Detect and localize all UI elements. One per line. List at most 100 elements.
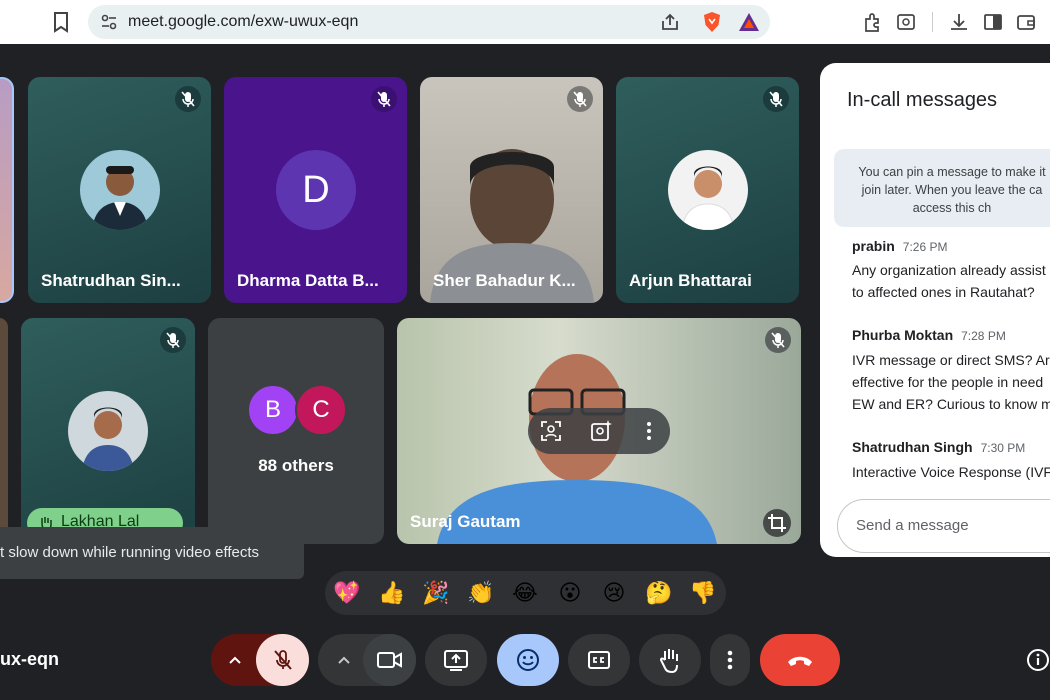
- raise-hand-button[interactable]: [639, 634, 701, 686]
- share-icon[interactable]: [660, 12, 680, 32]
- camera-icon: [377, 652, 402, 668]
- mic-control-group: [211, 634, 309, 686]
- present-screen-button[interactable]: [425, 634, 487, 686]
- reaction-crying[interactable]: 😢: [599, 578, 629, 608]
- partial-participant-tile-2[interactable]: [0, 318, 8, 544]
- chat-panel: In-call messages You can pin a message t…: [820, 63, 1050, 557]
- reaction-clapping[interactable]: 👏: [466, 578, 496, 608]
- muted-icon: [567, 86, 593, 112]
- avatar: [668, 150, 748, 230]
- visual-effects-icon[interactable]: [589, 419, 613, 443]
- participant-tile-arjun[interactable]: Arjun Bhattarai: [616, 77, 799, 303]
- message-time: 7:26 PM: [902, 240, 948, 254]
- sidebar-icon[interactable]: [982, 11, 1004, 33]
- camera-button[interactable]: [363, 634, 416, 686]
- chat-message-sender: prabin 7:26 PM: [852, 238, 947, 254]
- avatar-initial: B: [247, 384, 299, 436]
- chat-message-sender: Phurba Moktan 7:28 PM: [852, 327, 1006, 343]
- muted-icon: [763, 86, 789, 112]
- message-line: Any organization already assist: [852, 262, 1046, 278]
- address-bar[interactable]: meet.google.com/exw-uwux-eqn: [88, 5, 770, 39]
- send-message-placeholder[interactable]: Send a message: [856, 517, 969, 534]
- reaction-thumbs-up[interactable]: 👍: [377, 578, 407, 608]
- sender-name: prabin: [852, 238, 895, 254]
- muted-icon: [371, 86, 397, 112]
- avatar: [68, 391, 148, 471]
- chevron-up-icon[interactable]: [336, 652, 352, 668]
- message-line: IVR message or direct SMS? Ar: [852, 352, 1050, 368]
- others-tile[interactable]: B C 88 others: [208, 318, 384, 544]
- reaction-thinking[interactable]: 🤔: [644, 578, 674, 608]
- mic-off-icon: [274, 650, 292, 670]
- chevron-up-icon[interactable]: [227, 652, 243, 668]
- avatar: [80, 150, 160, 230]
- meeting-code: ux-eqn: [0, 649, 60, 669]
- mic-off-button[interactable]: [256, 634, 309, 686]
- leave-call-button[interactable]: [760, 634, 840, 686]
- brave-rewards-icon[interactable]: [738, 12, 760, 32]
- pin-message-note: You can pin a message to make it join la…: [834, 149, 1050, 227]
- toolbar-divider: [932, 12, 933, 32]
- hang-up-icon: [788, 656, 812, 666]
- participant-tile-sher-bahadur[interactable]: Sher Bahadur K...: [420, 77, 603, 303]
- participant-name: Dharma Datta B...: [237, 271, 379, 290]
- partial-participant-tile[interactable]: [0, 77, 14, 303]
- captions-icon: [588, 651, 610, 669]
- message-line: to affected ones in Rautahat?: [852, 284, 1035, 300]
- captions-button[interactable]: [568, 634, 630, 686]
- wallet-icon[interactable]: [1015, 11, 1037, 33]
- framing-icon[interactable]: [540, 420, 562, 442]
- muted-icon: [160, 327, 186, 353]
- reaction-thumbs-down[interactable]: 👎: [688, 578, 718, 608]
- chat-message-text: Interactive Voice Response (IVF: [852, 461, 1050, 483]
- reaction-tears-of-joy[interactable]: 😂: [510, 578, 540, 608]
- reaction-party-popper[interactable]: 🎉: [421, 578, 451, 608]
- muted-icon: [765, 327, 791, 353]
- video-effects-tooltip: t slow down while running video effects: [0, 527, 304, 579]
- participant-name: Sher Bahadur K...: [433, 271, 576, 290]
- pin-note-line: You can pin a message to make it: [858, 165, 1046, 179]
- chat-message-text: IVR message or direct SMS? Ar effective …: [852, 349, 1050, 415]
- more-options-icon[interactable]: [638, 420, 660, 442]
- bookmark-icon[interactable]: [50, 10, 72, 34]
- site-settings-icon[interactable]: [100, 13, 118, 31]
- pin-note-line: access this ch: [912, 201, 992, 215]
- participant-name: Shatrudhan Sin...: [41, 271, 181, 290]
- more-options-button[interactable]: [710, 634, 750, 686]
- present-screen-icon: [444, 650, 468, 671]
- reaction-surprised[interactable]: 😮: [555, 578, 585, 608]
- reaction-sparkling-heart[interactable]: 💖: [332, 578, 362, 608]
- extensions-icon[interactable]: [862, 11, 884, 33]
- message-time: 7:30 PM: [980, 441, 1026, 455]
- sender-name: Shatrudhan Singh: [852, 439, 973, 455]
- participant-tile-shatrudhan[interactable]: Shatrudhan Sin...: [28, 77, 211, 303]
- panel-title: In-call messages: [847, 89, 998, 111]
- brave-shields-icon[interactable]: [702, 11, 722, 33]
- emoji-reactions-button[interactable]: [497, 634, 559, 686]
- browser-toolbar: meet.google.com/exw-uwux-eqn: [0, 0, 1050, 44]
- video-effects-toolbar: [528, 408, 670, 454]
- tooltip-text: t slow down while running video effects: [0, 544, 260, 561]
- reader-mode-icon[interactable]: [895, 11, 917, 33]
- message-line: effective for the people in need: [852, 374, 1044, 390]
- message-time: 7:28 PM: [961, 329, 1006, 343]
- avatar-initial: D: [276, 150, 356, 230]
- participant-tile-lakhan[interactable]: Lakhan Lal: [21, 318, 195, 544]
- participant-tile-dharma[interactable]: D Dharma Datta B...: [224, 77, 407, 303]
- muted-icon: [175, 86, 201, 112]
- others-count: 88 others: [258, 456, 334, 475]
- crop-icon[interactable]: [763, 509, 791, 537]
- send-message-input[interactable]: Send a message: [837, 499, 1050, 553]
- chat-message-sender: Shatrudhan Singh 7:30 PM: [852, 439, 1025, 455]
- avatar-initial: C: [295, 384, 347, 436]
- pin-note-line: join later. When you leave the ca: [861, 183, 1043, 197]
- chat-message-text: Any organization already assist to affec…: [852, 259, 1050, 303]
- participant-tile-suraj[interactable]: Suraj Gautam: [397, 318, 801, 544]
- raise-hand-icon: [659, 649, 678, 674]
- url-text[interactable]: meet.google.com/exw-uwux-eqn: [128, 13, 358, 31]
- emoji-icon: [517, 649, 539, 671]
- meeting-info-icon[interactable]: [1026, 648, 1050, 672]
- message-line: Interactive Voice Response (IVF: [852, 464, 1050, 480]
- sender-name: Phurba Moktan: [852, 327, 954, 343]
- downloads-icon[interactable]: [948, 11, 970, 33]
